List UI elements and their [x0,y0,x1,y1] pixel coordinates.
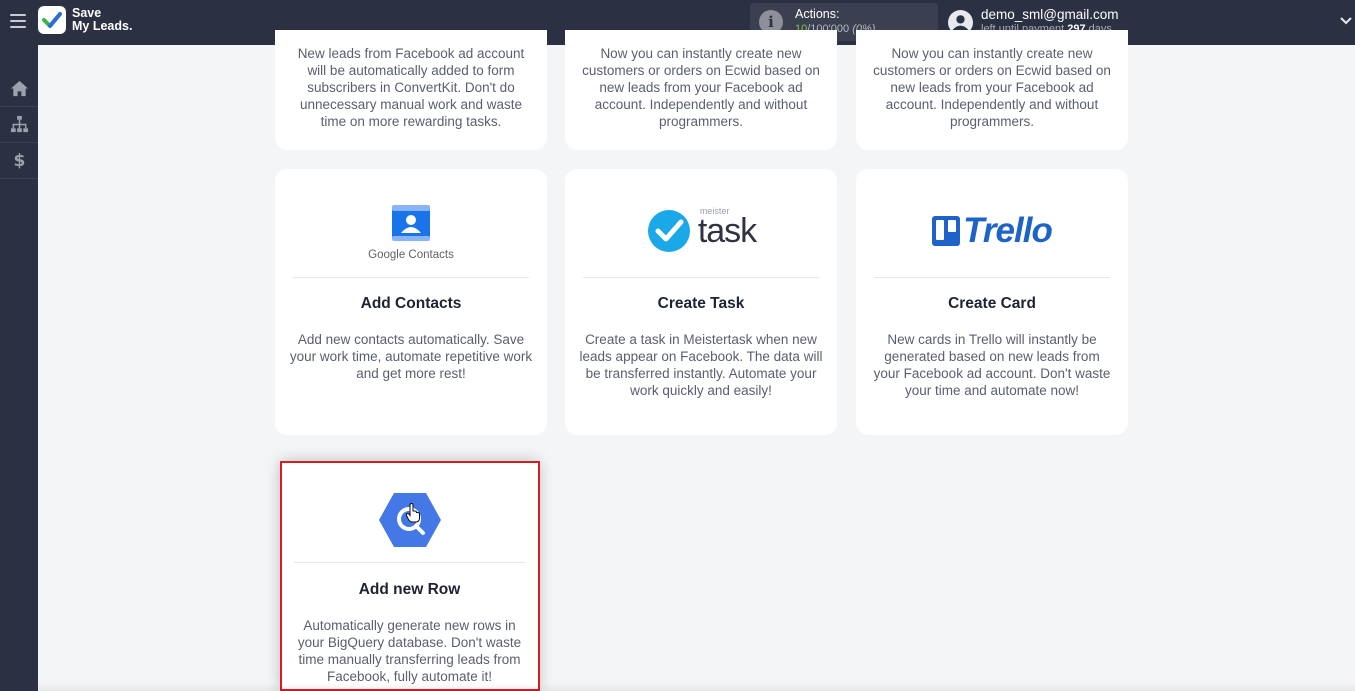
dollar-icon: $ [13,151,25,170]
card-title: Add new Row [358,581,461,598]
meister-label: meister [699,206,730,216]
trello-wordmark: Trello [963,211,1053,250]
card-add-new-row[interactable]: Add new Row Automatically generate new r… [280,461,539,691]
card-ecwid-1[interactable]: Now you can instantly create new custome… [565,30,837,150]
card-title: Add Contacts [360,295,462,312]
google-contacts-label: Google Contacts [368,249,454,261]
card-create-card[interactable]: Trello Create Card New cards in Trello w… [856,169,1128,435]
sidebar-item-billing[interactable]: $ [0,143,38,179]
card-title: Create Card [948,295,1036,312]
divider [294,562,525,563]
svg-text:$: $ [13,151,25,170]
card-description: Add new contacts automatically. Save you… [289,332,533,381]
divider [874,277,1110,278]
trello-board-icon [932,216,961,246]
card-create-task[interactable]: meister task Create Task Create a task i… [565,169,837,435]
meistertask-check-icon [647,210,690,252]
chevron-down-icon[interactable] [1339,14,1353,28]
card-description: Create a task in Meistertask when new le… [579,332,823,398]
card-add-contacts[interactable]: Google Contacts Add Contacts Add new con… [275,169,547,435]
divider [293,277,529,278]
card-ecwid-2[interactable]: Now you can instantly create new custome… [856,30,1128,150]
sitemap-icon [10,115,28,133]
user-email[interactable]: demo_sml@gmail.com [981,7,1119,22]
checkmark-logo-icon [38,6,66,34]
card-description: Automatically generate new rows in your … [297,618,522,684]
card-convertkit[interactable]: New leads from Facebook ad account will … [275,30,547,150]
sidebar: $ [0,45,38,691]
google-contacts-icon [392,205,430,241]
hand-cursor-icon [405,503,420,523]
card-description: New leads from Facebook ad account will … [297,46,525,129]
sidebar-item-connections[interactable] [0,107,38,143]
bottom-shadow [38,683,1355,691]
task-wordmark: task [697,211,757,250]
logo-text: Save My Leads. [72,6,133,33]
card-description: Now you can instantly create new custome… [582,46,820,129]
meistertask-logo: meister task [565,187,837,275]
menu-icon[interactable] [10,14,26,28]
app-logo[interactable]: Save My Leads. [38,6,132,34]
home-icon [10,80,28,97]
trello-logo: Trello [856,187,1128,275]
card-description: Now you can instantly create new custome… [873,46,1111,129]
card-description: New cards in Trello will instantly be ge… [873,332,1111,398]
divider [583,277,819,278]
actions-label: Actions: [795,7,840,21]
card-title: Create Task [657,295,745,312]
sidebar-item-home[interactable] [0,71,38,107]
google-contacts-logo: Google Contacts [275,187,547,275]
